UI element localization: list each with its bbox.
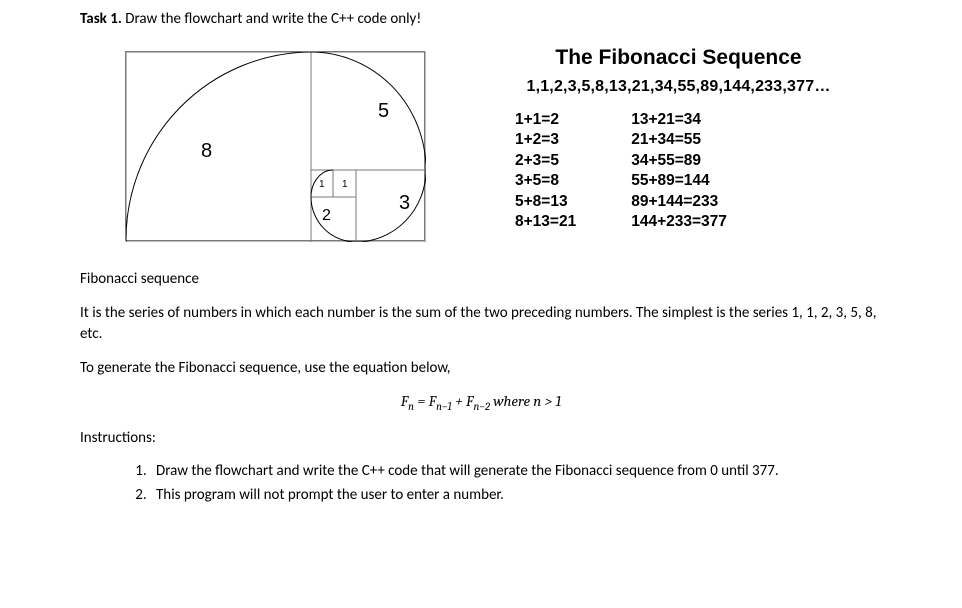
fib-sum: 1+1=2 [515, 110, 576, 130]
fib-sum: 34+55=89 [631, 151, 727, 171]
fib-title: The Fibonacci Sequence [475, 46, 882, 70]
fibonacci-equation: Fn = Fn−1 + Fn−2 where n > 1 [80, 392, 882, 413]
figure-row: 8 5 3 2 1 1 The Fibonacci Sequence 1,1,2… [80, 46, 882, 241]
spiral-label-8: 8 [201, 140, 212, 163]
section-heading: Fibonacci sequence [80, 269, 882, 289]
spiral-label-3: 3 [399, 192, 410, 215]
instructions-label: Instructions: [80, 429, 882, 447]
fib-sum: 13+21=34 [631, 110, 727, 130]
fib-sequence: 1,1,2,3,5,8,13,21,34,55,89,144,233,377… [475, 78, 882, 96]
instructions-list: Draw the flowchart and write the C++ cod… [80, 461, 882, 507]
fibonacci-spiral-diagram: 8 5 3 2 1 1 [125, 51, 425, 241]
fib-sum: 1+2=3 [515, 130, 576, 150]
fib-sum: 8+13=21 [515, 212, 576, 232]
paragraph-2: To generate the Fibonacci sequence, use … [80, 358, 882, 378]
task-text: Draw the flowchart and write the C++ cod… [122, 10, 421, 28]
spiral-label-1b: 1 [342, 179, 348, 190]
fibonacci-panel: The Fibonacci Sequence 1,1,2,3,5,8,13,21… [475, 46, 882, 241]
spiral-svg [126, 52, 426, 242]
fib-sum: 2+3=5 [515, 151, 576, 171]
fib-sum: 21+34=55 [631, 130, 727, 150]
spiral-label-5: 5 [378, 100, 389, 123]
paragraph-1: It is the series of numbers in which eac… [80, 303, 882, 344]
instruction-item: Draw the flowchart and write the C++ cod… [150, 461, 882, 483]
fib-col-1: 1+1=2 1+2=3 2+3=5 3+5=8 5+8=13 8+13=21 [515, 110, 576, 233]
fib-sum: 55+89=144 [631, 171, 727, 191]
task-label: Task 1. [80, 10, 122, 28]
spiral-label-1a: 1 [319, 179, 325, 190]
fib-sum: 3+5=8 [515, 171, 576, 191]
fib-sum: 5+8=13 [515, 192, 576, 212]
instruction-item: This program will not prompt the user to… [150, 485, 882, 507]
equation-where: where n > 1 [490, 392, 561, 410]
task-title: Task 1. Draw the flowchart and write the… [80, 10, 882, 28]
fib-col-2: 13+21=34 21+34=55 34+55=89 55+89=144 89+… [631, 110, 727, 233]
spiral-label-2: 2 [322, 207, 331, 225]
fib-sum: 89+144=233 [631, 192, 727, 212]
fib-sum: 144+233=377 [631, 212, 727, 232]
fib-sums: 1+1=2 1+2=3 2+3=5 3+5=8 5+8=13 8+13=21 1… [475, 110, 882, 233]
